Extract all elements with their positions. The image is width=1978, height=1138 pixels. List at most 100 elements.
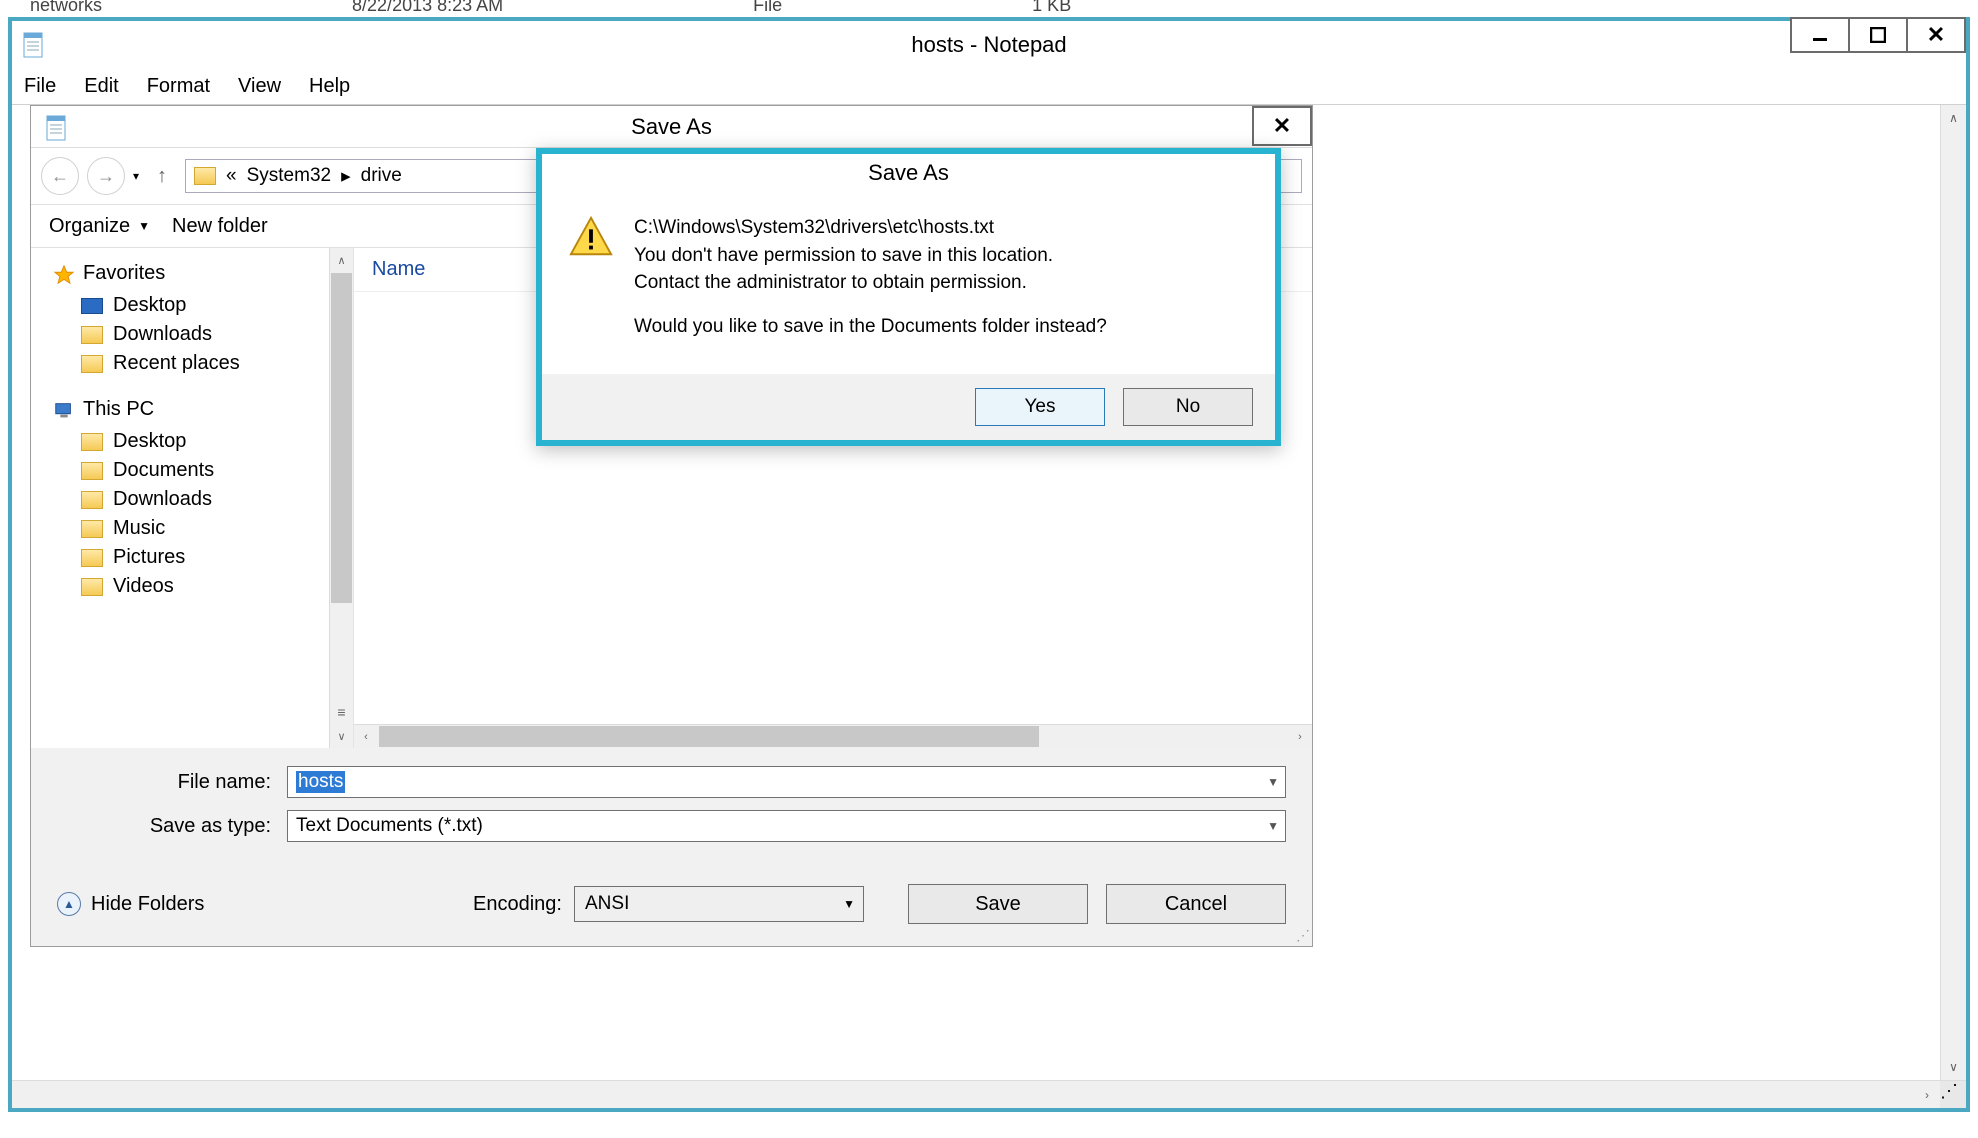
close-button[interactable]: ✕ <box>1906 17 1966 53</box>
save-button[interactable]: Save <box>908 884 1088 924</box>
dialog-path: C:\Windows\System32\drivers\etc\hosts.tx… <box>634 217 994 238</box>
folder-icon <box>81 433 103 451</box>
chevron-up-icon: ▲ <box>57 892 81 916</box>
menu-view[interactable]: View <box>238 75 281 98</box>
dialog-question: Would you like to save in the Documents … <box>634 313 1107 341</box>
bg-type: File <box>753 0 782 16</box>
save-as-inputs: File name: hosts ▼ Save as type: Text Do… <box>31 748 1312 862</box>
nav-forward-button[interactable]: → <box>87 157 125 195</box>
breadcrumb-seg1[interactable]: System32 <box>247 165 331 187</box>
tree-item-pc-music[interactable]: Music <box>53 514 353 543</box>
scroll-left-icon[interactable]: ‹ <box>354 725 378 748</box>
tree-item-pc-downloads[interactable]: Downloads <box>53 485 353 514</box>
chevron-down-icon[interactable]: ▼ <box>1267 775 1279 789</box>
folder-icon <box>194 167 216 185</box>
scroll-right-icon[interactable]: › <box>1914 1081 1940 1108</box>
encoding-label: Encoding: <box>473 893 562 916</box>
notepad-window: hosts - Notepad ✕ File Edit Format View … <box>8 17 1970 1112</box>
filename-value: hosts <box>296 771 345 793</box>
scroll-thumb[interactable] <box>331 273 352 603</box>
vertical-scrollbar[interactable]: ∧ ∨ <box>1940 105 1966 1080</box>
star-icon <box>53 264 75 284</box>
folder-icon <box>81 462 103 480</box>
tree-item-pc-documents[interactable]: Documents <box>53 456 353 485</box>
background-file-row: networks 8/22/2013 8:23 AM File 1 KB <box>0 0 1978 10</box>
permission-dialog: Save As C:\Windows\System32\drivers\etc\… <box>536 148 1281 446</box>
permission-dialog-title[interactable]: Save As <box>542 154 1275 192</box>
tree-favorites-label: Favorites <box>83 262 165 285</box>
scroll-down-icon[interactable]: ∨ <box>330 724 353 748</box>
breadcrumb-seg2[interactable]: drive <box>361 165 402 187</box>
notepad-titlebar[interactable]: hosts - Notepad ✕ <box>12 21 1966 69</box>
horizontal-scrollbar[interactable]: › ⋰ <box>12 1080 1966 1108</box>
new-folder-button[interactable]: New folder <box>172 215 268 238</box>
menu-format[interactable]: Format <box>147 75 210 98</box>
resize-grip-icon[interactable]: ⋰ <box>1940 1081 1966 1108</box>
tree-thispc-label: This PC <box>83 398 154 421</box>
save-as-close-button[interactable]: ✕ <box>1252 106 1312 146</box>
tree-favorites-header[interactable]: Favorites <box>53 262 353 285</box>
organize-label: Organize <box>49 215 130 238</box>
saveastype-select[interactable]: Text Documents (*.txt) ▼ <box>287 810 1286 842</box>
folder-icon <box>81 491 103 509</box>
hide-folders-label: Hide Folders <box>91 893 204 916</box>
notepad-body[interactable]: ∧ ∨ › ⋰ Save As ✕ ← → ▾ ↑ <box>12 105 1966 1108</box>
encoding-value: ANSI <box>585 893 629 915</box>
nav-back-button[interactable]: ← <box>41 157 79 195</box>
nav-up-button[interactable]: ↑ <box>147 161 177 191</box>
no-button[interactable]: No <box>1123 388 1253 426</box>
tree-thispc-group: This PC Desktop Documents Downloads Musi… <box>53 398 353 601</box>
minimize-button[interactable] <box>1790 17 1850 53</box>
chevron-down-icon[interactable]: ▼ <box>843 897 855 911</box>
nav-history-dropdown-icon[interactable]: ▾ <box>133 169 139 183</box>
filename-label: File name: <box>57 771 287 794</box>
warning-icon <box>568 214 614 356</box>
computer-icon <box>53 400 75 420</box>
scroll-right-icon[interactable]: › <box>1288 725 1312 748</box>
cancel-button[interactable]: Cancel <box>1106 884 1286 924</box>
menu-help[interactable]: Help <box>309 75 350 98</box>
folder-icon <box>81 578 103 596</box>
chevron-down-icon: ▼ <box>138 219 150 233</box>
scroll-down-icon[interactable]: ∨ <box>1941 1054 1966 1080</box>
yes-button[interactable]: Yes <box>975 388 1105 426</box>
tree-item-pc-desktop[interactable]: Desktop <box>53 427 353 456</box>
hide-folders-button[interactable]: ▲ Hide Folders <box>57 892 204 916</box>
menu-file[interactable]: File <box>24 75 56 98</box>
bg-date: 8/22/2013 8:23 AM <box>352 0 503 16</box>
saveastype-value: Text Documents (*.txt) <box>296 815 483 837</box>
save-as-titlebar[interactable]: Save As ✕ <box>31 106 1312 148</box>
nav-tree[interactable]: Favorites Desktop Downloads Recent place… <box>31 248 353 748</box>
encoding-select[interactable]: ANSI ▼ <box>574 886 864 922</box>
chevron-down-icon[interactable]: ▼ <box>1267 819 1279 833</box>
tree-item-pc-pictures[interactable]: Pictures <box>53 543 353 572</box>
dialog-line3: Contact the administrator to obtain perm… <box>634 272 1027 293</box>
dialog-line2: You don't have permission to save in thi… <box>634 245 1053 266</box>
tree-item-downloads[interactable]: Downloads <box>53 320 353 349</box>
grip-icon: ≡ <box>330 700 353 724</box>
window-controls: ✕ <box>1792 17 1966 53</box>
notepad-title: hosts - Notepad <box>911 32 1066 58</box>
tree-thispc-header[interactable]: This PC <box>53 398 353 421</box>
tree-item-desktop[interactable]: Desktop <box>53 291 353 320</box>
scroll-up-icon[interactable]: ∧ <box>330 248 353 272</box>
breadcrumb-sep-icon: ▸ <box>341 165 351 188</box>
tree-favorites-group: Favorites Desktop Downloads Recent place… <box>53 262 353 378</box>
tree-scrollbar[interactable]: ∧ ≡ ∨ <box>329 248 353 748</box>
breadcrumb-prefix: « <box>226 165 237 187</box>
tree-item-recent-places[interactable]: Recent places <box>53 349 353 378</box>
organize-button[interactable]: Organize ▼ <box>49 215 150 238</box>
menu-edit[interactable]: Edit <box>84 75 118 98</box>
save-as-icon <box>45 114 67 140</box>
tree-item-pc-videos[interactable]: Videos <box>53 572 353 601</box>
resize-grip-icon[interactable]: ⋰ <box>1296 927 1310 944</box>
file-list-hscrollbar[interactable]: ‹ › <box>354 724 1312 748</box>
filename-input[interactable]: hosts ▼ <box>287 766 1286 798</box>
notepad-menubar: File Edit Format View Help <box>12 69 1966 105</box>
folder-icon <box>81 326 103 344</box>
bg-filename: networks <box>30 0 102 16</box>
maximize-button[interactable] <box>1848 17 1908 53</box>
scroll-thumb[interactable] <box>379 726 1039 747</box>
permission-dialog-inner: Save As C:\Windows\System32\drivers\etc\… <box>542 154 1275 440</box>
scroll-up-icon[interactable]: ∧ <box>1941 105 1966 131</box>
